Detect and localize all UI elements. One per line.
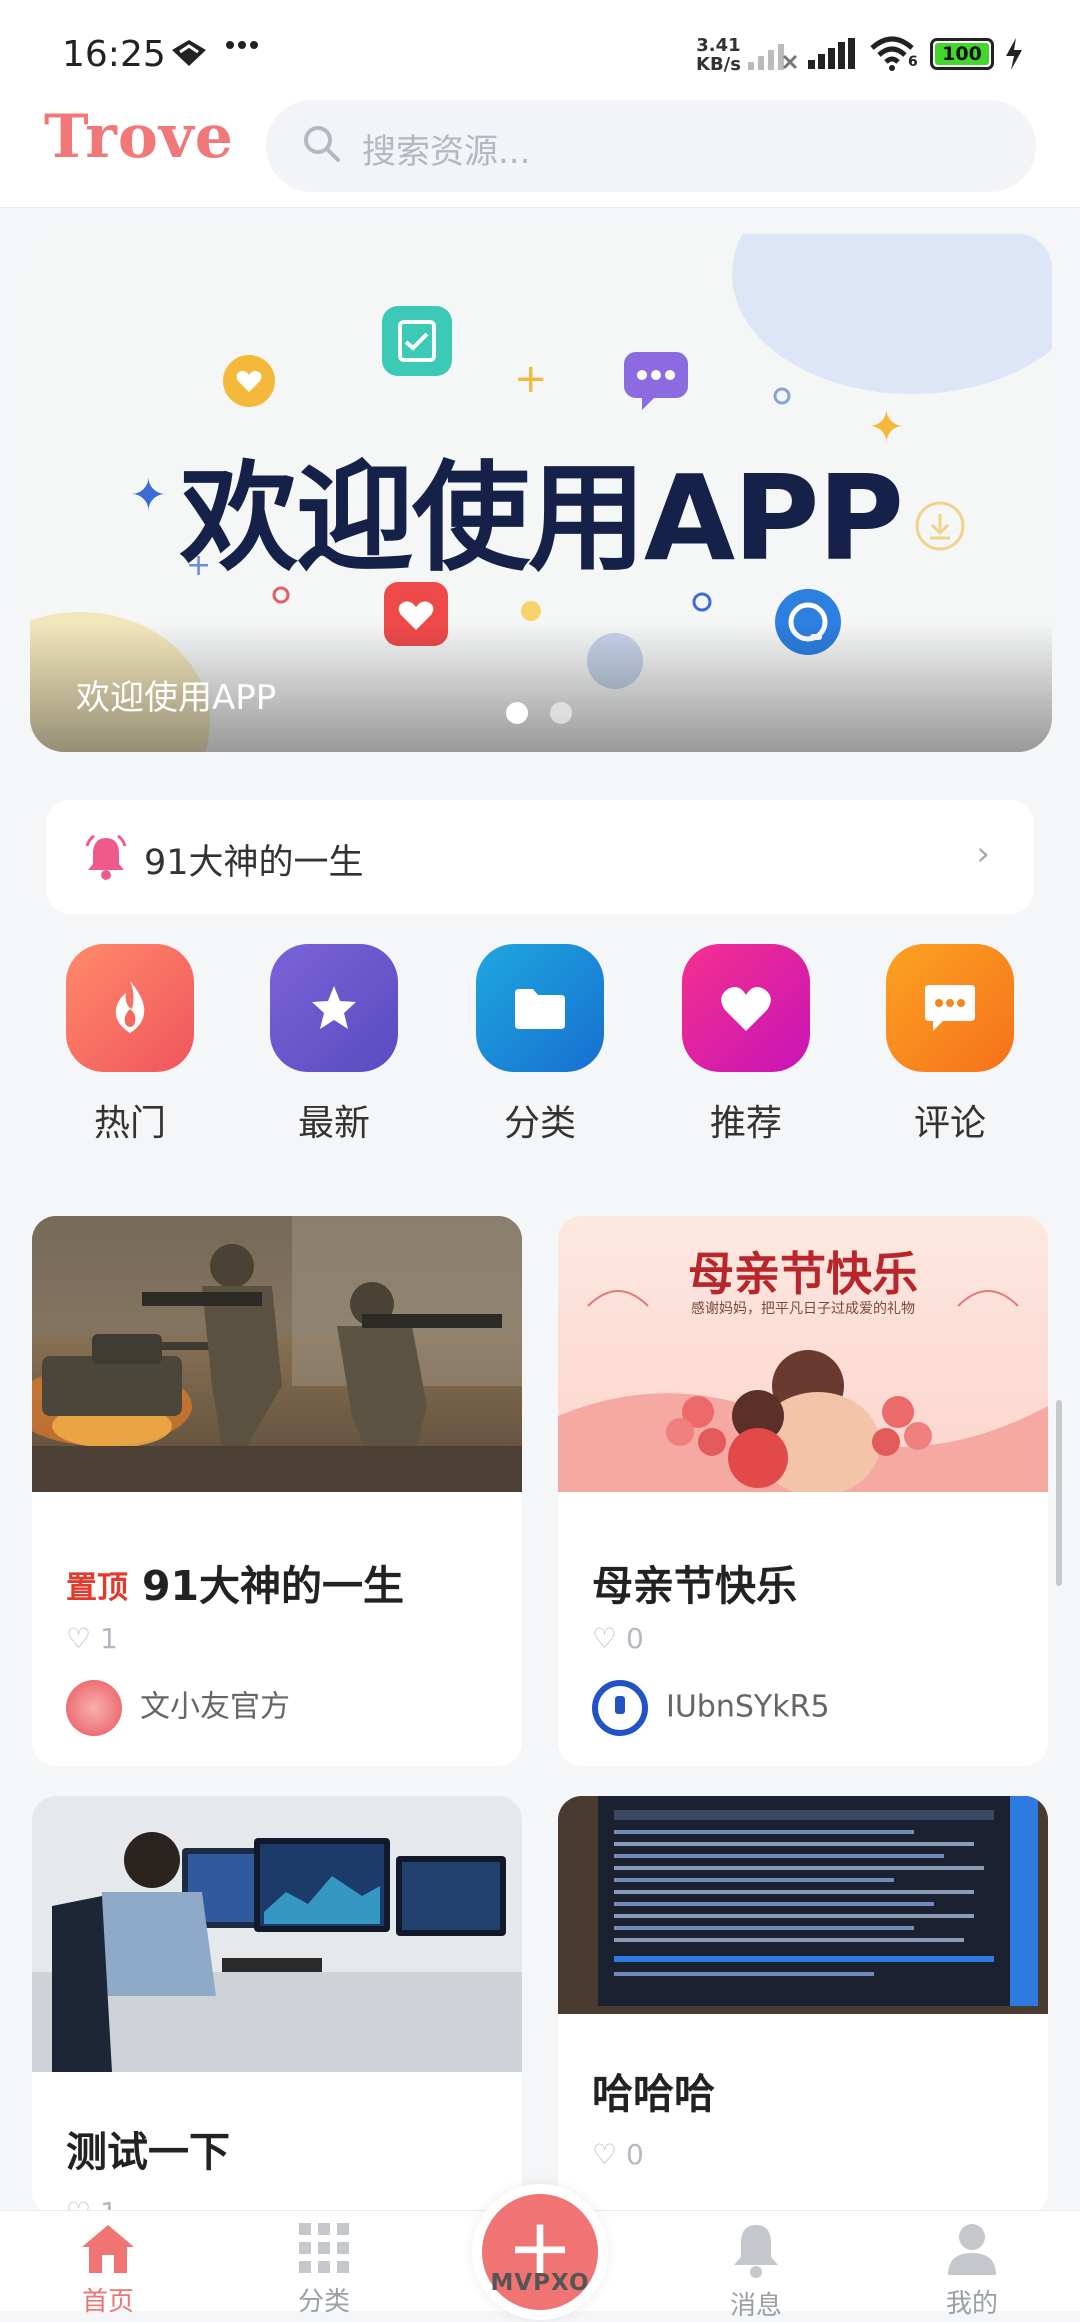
search-bar[interactable]: 搜索资源... [266, 100, 1036, 192]
chat-icon [886, 944, 1014, 1072]
post-title: 测试一下 [66, 2128, 230, 2176]
avatar [66, 1680, 122, 1736]
heart-outline-icon: ♡ [66, 1622, 92, 1655]
ring-decoration [690, 590, 714, 618]
post-title: 置顶 91大神的一生 [66, 1552, 404, 1612]
image-subtitle: 感谢妈妈，把平凡日子过成爱的礼物 [691, 1301, 915, 1317]
category-label: 最新 [297, 1103, 370, 1144]
category-classify[interactable]: 分类 [476, 944, 604, 1146]
post-author[interactable]: IUbnSYkR5 [592, 1680, 830, 1736]
network-rate-value: 3.41 [696, 35, 741, 56]
tab-home[interactable]: 首页 [48, 2221, 168, 2318]
tab-label: 首页 [81, 2287, 134, 2317]
post-author[interactable]: 文小友官方 [66, 1680, 290, 1736]
heart-outline-icon: ♡ [592, 1622, 618, 1655]
avatar [592, 1680, 648, 1736]
post-title: 母亲节快乐 [592, 1562, 797, 1610]
battery-icon: 100 [930, 38, 994, 70]
status-bar: 16:25 3.41 KB/s 6 100 [0, 0, 1080, 104]
post-card[interactable]: 置顶 91大神的一生 ♡ 1 文小友官方 [32, 1216, 522, 1766]
app-notification-icon [170, 36, 208, 78]
post-title-text: 91大神的一生 [142, 1562, 405, 1610]
star-icon [270, 944, 398, 1072]
battery-level: 100 [935, 43, 989, 65]
publish-button[interactable]: + MVPXO [472, 2184, 608, 2320]
category-label: 分类 [503, 1103, 576, 1144]
post-image[interactable] [558, 1796, 1048, 2014]
post-image[interactable]: 母亲节快乐 感谢妈妈，把平凡日子过成爱的礼物 [558, 1216, 1048, 1492]
notice-text: 91大神的一生 [144, 843, 364, 883]
flame-icon [66, 944, 194, 1072]
post-card[interactable]: 母亲节快乐 感谢妈妈，把平凡日子过成爱的礼物 母亲节快乐 ♡ 0 IUbnSYk… [558, 1216, 1048, 1766]
tab-label: 我的 [945, 2289, 998, 2319]
more-dots-icon [224, 30, 260, 65]
network-rate: 3.41 KB/s [696, 36, 741, 74]
heart-icon [682, 944, 810, 1072]
checklist-icon [382, 306, 452, 380]
post-image[interactable] [32, 1216, 522, 1492]
banner-headline: 欢迎使用APP [179, 449, 904, 587]
carousel-dot[interactable] [550, 702, 572, 724]
category-label: 推荐 [709, 1103, 782, 1144]
tab-profile[interactable]: 我的 [912, 2221, 1032, 2320]
user-icon [948, 2224, 996, 2275]
category-hot[interactable]: 热门 [66, 944, 194, 1146]
tab-label: 分类 [297, 2287, 350, 2317]
network-rate-unit: KB/s [696, 54, 741, 75]
author-name: 文小友官方 [140, 1689, 290, 1725]
like-count[interactable]: ♡ 0 [592, 2138, 644, 2171]
scrollbar[interactable] [1056, 1400, 1062, 1586]
banner-decoration [732, 234, 1052, 394]
publish-label: MVPXO [490, 2270, 590, 2296]
banner-caption: 欢迎使用APP [76, 678, 277, 718]
category-new[interactable]: 最新 [270, 944, 398, 1146]
image-headline: 母亲节快乐 [688, 1247, 918, 1301]
banner-carousel[interactable]: + ✦ ✦ + 欢迎使用APP 欢迎使用APP [30, 234, 1052, 752]
search-input[interactable]: 搜索资源... [362, 124, 530, 173]
like-count[interactable]: ♡ 0 [592, 1622, 644, 1655]
grid-icon [299, 2223, 349, 2273]
search-icon [300, 122, 344, 170]
category-shortcuts: 热门 最新 分类 推荐 评论 [0, 944, 1080, 1144]
author-name: IUbnSYkR5 [666, 1689, 830, 1725]
category-recommend[interactable]: 推荐 [682, 944, 810, 1146]
post-card[interactable]: 测试一下 ♡ 1 [32, 1796, 522, 2216]
app-logo[interactable]: Trove [44, 102, 234, 172]
carousel-dot-active[interactable] [506, 702, 528, 724]
tab-messages[interactable]: 消息 [696, 2221, 816, 2322]
like-count-value: 1 [100, 1622, 118, 1655]
tab-category[interactable]: 分类 [264, 2221, 384, 2318]
bell-icon [84, 834, 128, 884]
signal-icon [808, 38, 856, 78]
home-icon [82, 2225, 134, 2273]
pinned-badge: 置顶 [66, 1570, 128, 1606]
like-count[interactable]: ♡ 1 [66, 1622, 118, 1655]
wifi-icon: 6 [868, 34, 920, 80]
like-count-value: 0 [626, 1622, 644, 1655]
signal-muted-icon [748, 40, 798, 80]
charging-icon [1004, 38, 1024, 78]
bell-icon [734, 2225, 778, 2278]
status-time: 16:25 [62, 34, 166, 75]
category-label: 评论 [913, 1103, 986, 1144]
like-count-value: 0 [626, 2138, 644, 2171]
tab-label: 消息 [729, 2291, 782, 2321]
notice-bar[interactable]: 91大神的一生 › [46, 800, 1034, 914]
category-label: 热门 [93, 1103, 166, 1144]
wifi-label: 6 [908, 54, 918, 70]
heart-badge-icon [222, 354, 276, 412]
folder-icon [476, 944, 604, 1072]
post-title: 哈哈哈 [592, 2070, 715, 2118]
heart-outline-icon: ♡ [592, 2138, 618, 2171]
chat-bubble-icon [624, 352, 688, 414]
chevron-right-icon: › [976, 834, 990, 874]
post-card[interactable]: 哈哈哈 ♡ 0 [558, 1796, 1048, 2216]
ring-decoration [772, 386, 792, 410]
sparkle-icon: + [514, 356, 548, 402]
category-comments[interactable]: 评论 [886, 944, 1014, 1146]
post-image[interactable] [32, 1796, 522, 2072]
carousel-indicator[interactable] [506, 702, 594, 728]
